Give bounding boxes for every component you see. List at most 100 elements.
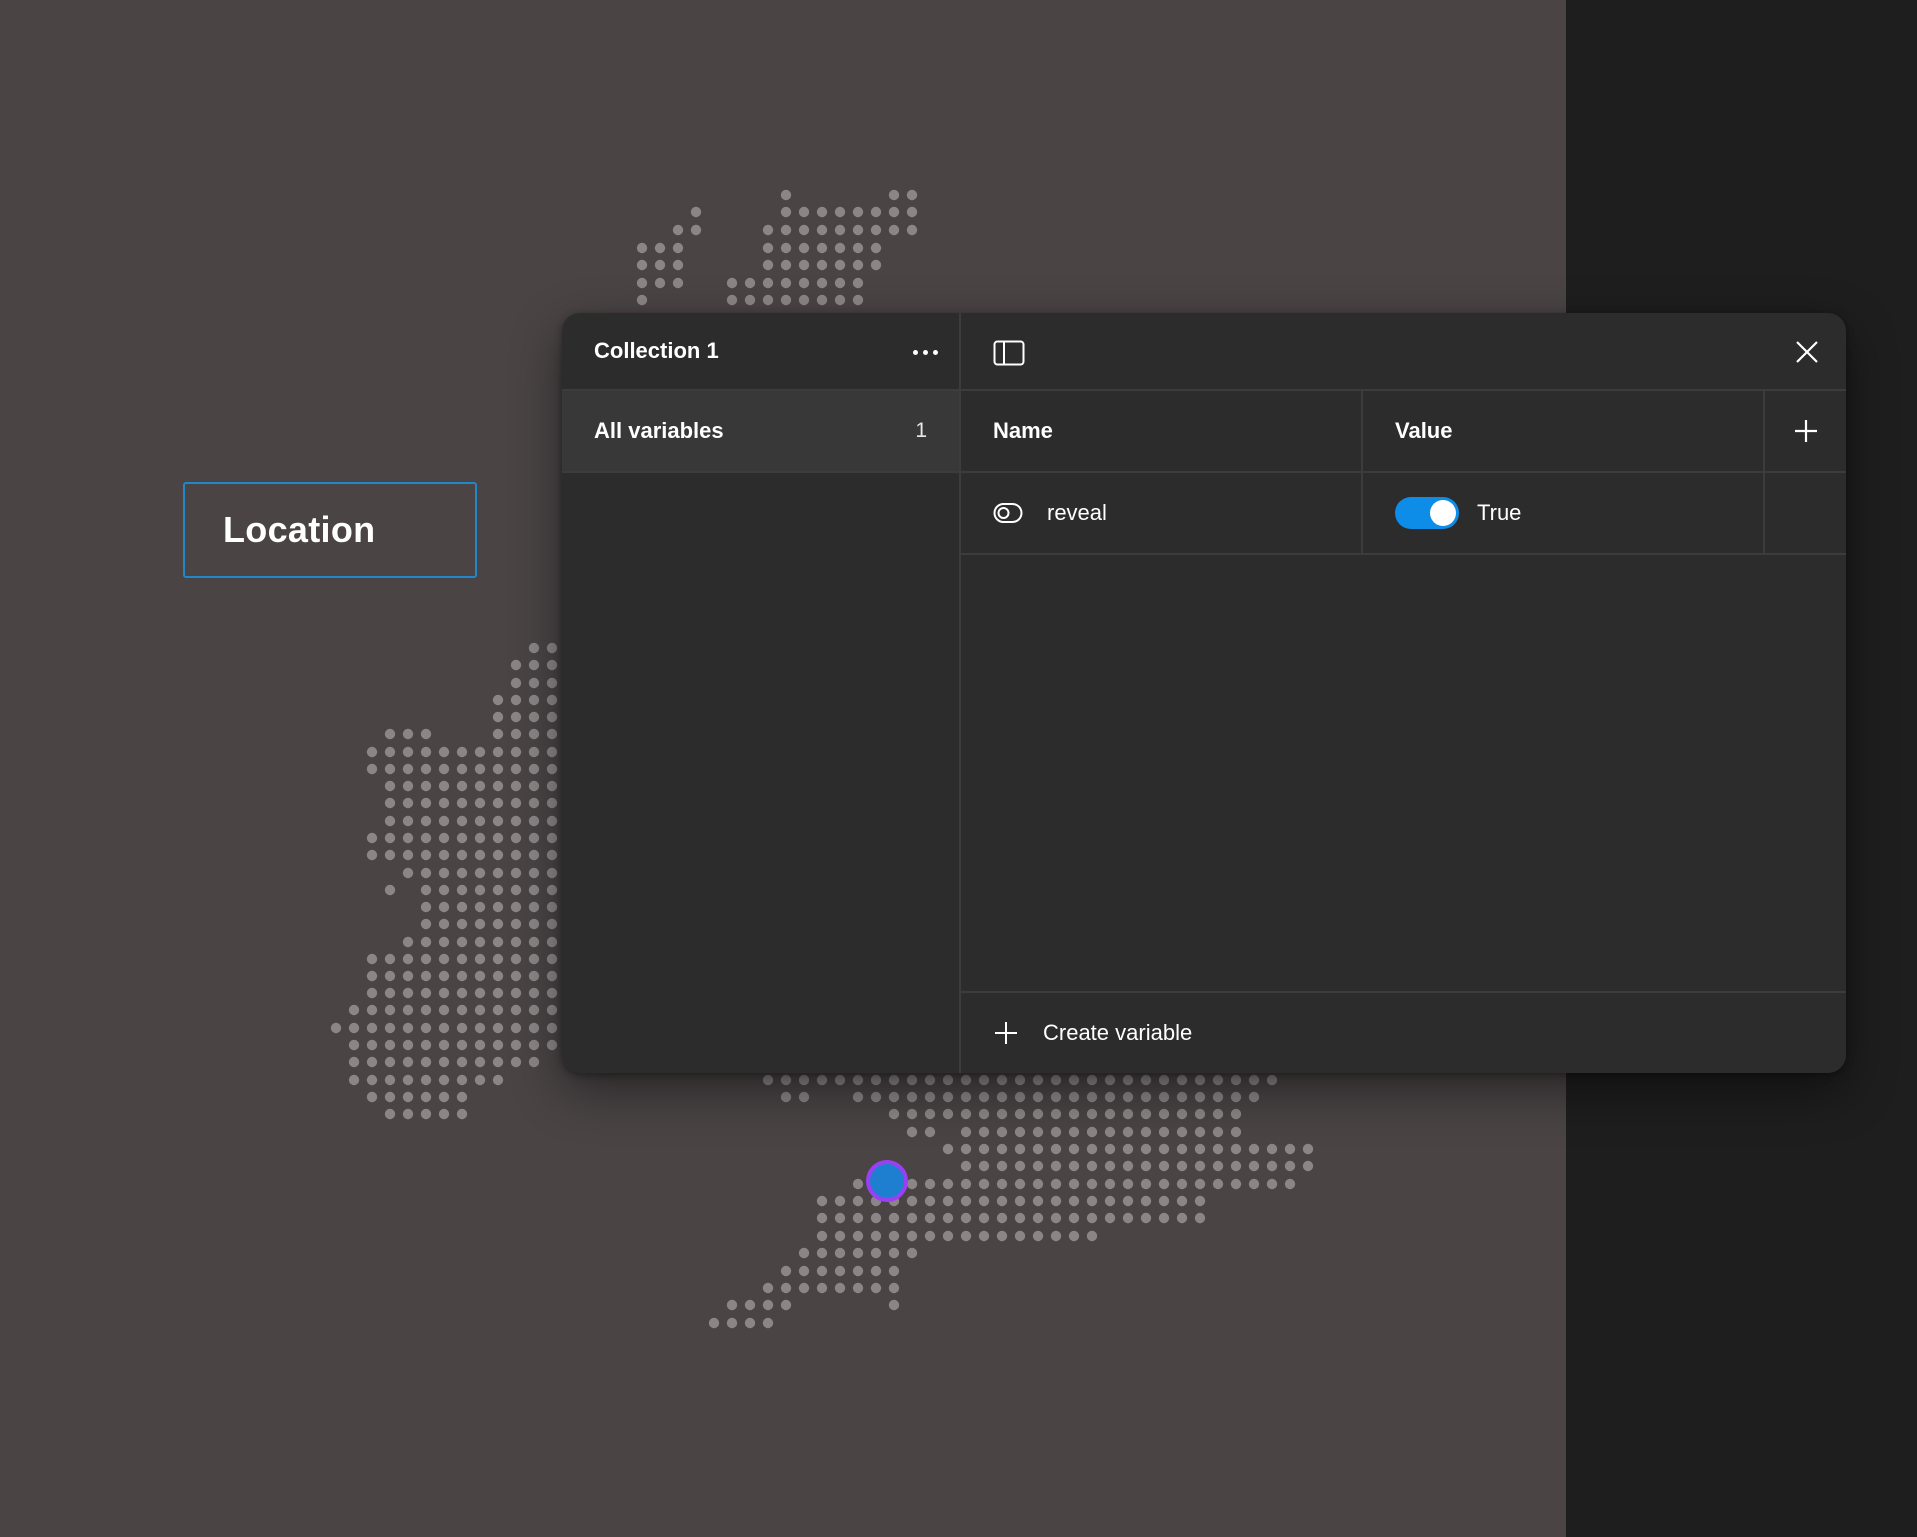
map-dot [492, 711, 504, 723]
map-dot [1230, 1178, 1242, 1190]
map-dot [546, 677, 558, 689]
map-dot [402, 849, 414, 861]
map-dot [834, 242, 846, 254]
map-dot [1248, 1178, 1260, 1190]
location-text-box[interactable]: Location [183, 482, 477, 578]
map-dot [1032, 1178, 1044, 1190]
map-dot [942, 1108, 954, 1120]
map-dot [942, 1143, 954, 1155]
more-horizontal-icon[interactable] [905, 338, 945, 366]
map-dot [492, 1056, 504, 1068]
map-dot [492, 867, 504, 879]
map-dot [1140, 1091, 1152, 1103]
map-dot [546, 746, 558, 758]
map-dot [510, 815, 522, 827]
variable-value-cell[interactable]: True [1363, 473, 1765, 553]
map-dot [330, 1022, 342, 1034]
create-variable-button[interactable]: Create variable [961, 991, 1846, 1073]
map-dot [528, 677, 540, 689]
map-dot [942, 1195, 954, 1207]
value-column-header[interactable]: Value [1363, 391, 1765, 471]
map-dot [834, 259, 846, 271]
map-dot [546, 728, 558, 740]
map-dot [924, 1108, 936, 1120]
map-dot [1086, 1126, 1098, 1138]
map-dot [384, 1039, 396, 1051]
map-dot [492, 987, 504, 999]
map-dot [420, 987, 432, 999]
map-dot [852, 1265, 864, 1277]
variable-name-cell[interactable]: reveal [961, 473, 1363, 553]
map-dot [996, 1074, 1008, 1086]
map-dot [510, 901, 522, 913]
map-dot [1050, 1195, 1062, 1207]
close-icon[interactable] [1792, 337, 1822, 367]
map-dot [492, 1022, 504, 1034]
map-dot [654, 259, 666, 271]
map-dot [402, 1108, 414, 1120]
table-row[interactable]: reveal True [961, 473, 1846, 555]
map-dot [420, 1022, 432, 1034]
variable-name: reveal [1047, 500, 1107, 525]
map-dot [546, 970, 558, 982]
map-dot [528, 987, 540, 999]
map-dot [402, 1091, 414, 1103]
plus-icon[interactable] [1791, 416, 1821, 446]
map-dot [1176, 1178, 1188, 1190]
map-dot [816, 242, 828, 254]
map-dot [1104, 1126, 1116, 1138]
map-dot [384, 1074, 396, 1086]
map-dot [546, 797, 558, 809]
map-dot [888, 206, 900, 218]
map-dot [420, 884, 432, 896]
map-dot [528, 728, 540, 740]
map-dot [1014, 1195, 1026, 1207]
map-dot [1014, 1091, 1026, 1103]
map-dot [726, 294, 738, 306]
all-variables-item[interactable]: All variables 1 [562, 391, 959, 473]
map-dot [924, 1195, 936, 1207]
map-dot [1158, 1108, 1170, 1120]
map-dot [420, 1039, 432, 1051]
map-dot [546, 1004, 558, 1016]
map-dot [402, 970, 414, 982]
stage: Location Collection 1 All variables 1 Na… [0, 0, 1917, 1537]
map-dot [1266, 1160, 1278, 1172]
name-column-header[interactable]: Name [961, 391, 1363, 471]
map-dot [762, 1282, 774, 1294]
map-dot [474, 1039, 486, 1051]
map-dot [366, 1091, 378, 1103]
value-toggle-switch[interactable] [1395, 497, 1459, 529]
map-dot [1014, 1160, 1026, 1172]
location-label: Location [223, 509, 376, 550]
map-dot [420, 728, 432, 740]
map-dot [438, 970, 450, 982]
map-dot [1176, 1074, 1188, 1086]
map-dot [852, 1074, 864, 1086]
map-dot [492, 1004, 504, 1016]
map-dot [1014, 1230, 1026, 1242]
map-dot [1014, 1108, 1026, 1120]
map-dot [1230, 1160, 1242, 1172]
map-dot [438, 1022, 450, 1034]
map-dot [1176, 1212, 1188, 1224]
map-dot [852, 1091, 864, 1103]
map-dot [402, 797, 414, 809]
map-dot [510, 797, 522, 809]
map-dot [546, 1022, 558, 1034]
map-dot [1302, 1143, 1314, 1155]
map-dot [546, 918, 558, 930]
map-dot [456, 918, 468, 930]
map-dot [1266, 1178, 1278, 1190]
map-dot [1284, 1178, 1296, 1190]
map-dot [780, 259, 792, 271]
map-dot [474, 1074, 486, 1086]
map-dot [1176, 1108, 1188, 1120]
map-dot [438, 936, 450, 948]
map-dot [960, 1230, 972, 1242]
location-pin-marker[interactable] [866, 1160, 908, 1202]
sidebar-toggle-icon[interactable] [993, 340, 1025, 366]
map-dot [1158, 1195, 1170, 1207]
collection-title[interactable]: Collection 1 [594, 338, 719, 364]
map-dot [456, 1091, 468, 1103]
